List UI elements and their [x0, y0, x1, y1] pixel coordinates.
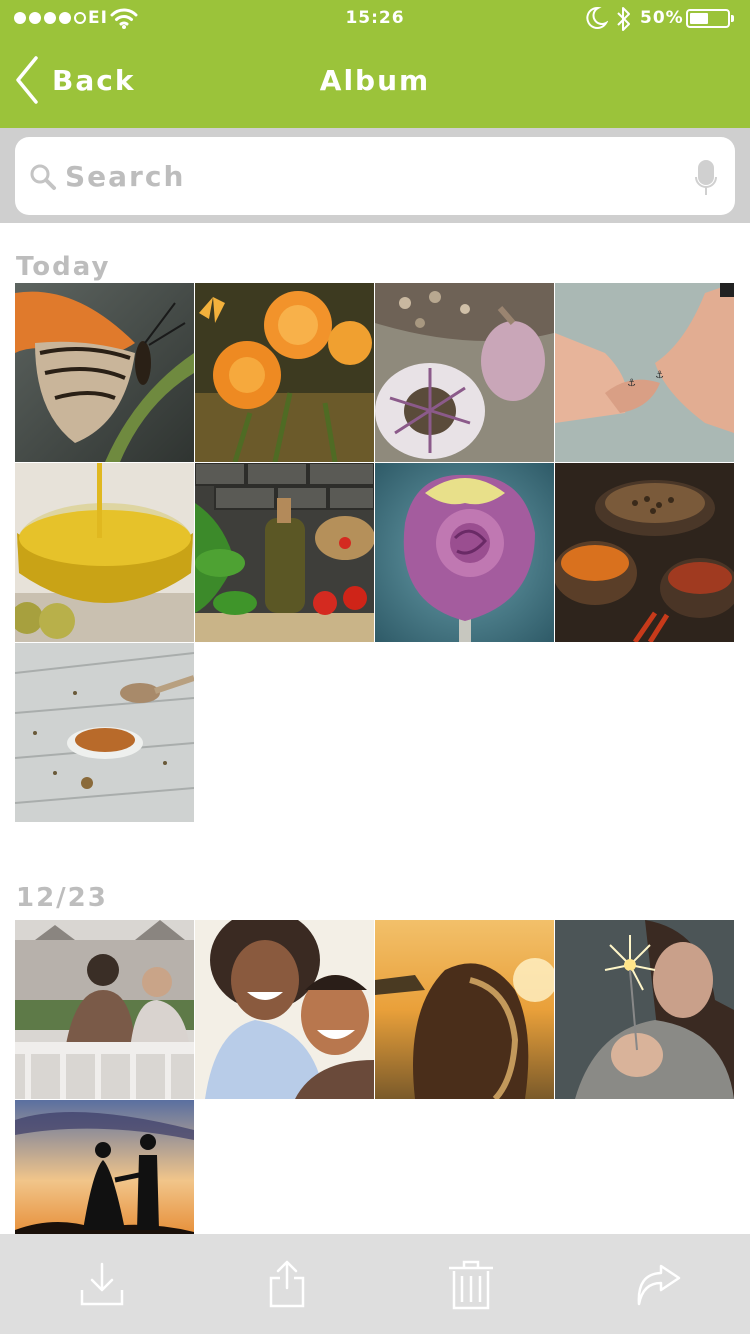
- photo-grid-12-23: [15, 920, 735, 1279]
- photo-orange-flowers[interactable]: [195, 283, 374, 462]
- battery-tip: [731, 15, 734, 22]
- microphone-icon[interactable]: [695, 159, 717, 197]
- forward-icon[interactable]: [631, 1258, 683, 1310]
- battery-icon: [686, 9, 730, 28]
- header: EI 15:26 50% Back Album: [0, 0, 750, 128]
- page-title: Album: [319, 64, 431, 97]
- section-title-today: Today: [16, 252, 111, 282]
- search-box[interactable]: [15, 137, 735, 215]
- photo-happy-couple[interactable]: [195, 920, 374, 1099]
- search-bar-container: [0, 128, 750, 223]
- photo-olive-oil[interactable]: [15, 463, 194, 642]
- photo-spice-bowls[interactable]: [555, 463, 734, 642]
- search-input[interactable]: [65, 149, 665, 203]
- share-icon[interactable]: [261, 1258, 313, 1310]
- photo-purple-rose[interactable]: [375, 463, 554, 642]
- trash-icon[interactable]: [445, 1258, 497, 1310]
- photo-couple-on-bench[interactable]: [15, 920, 194, 1099]
- download-icon[interactable]: [76, 1258, 128, 1310]
- battery-percentage: 50%: [640, 8, 684, 28]
- photo-butterfly[interactable]: [15, 283, 194, 462]
- photo-sparkler[interactable]: [555, 920, 734, 1099]
- status-bar: EI 15:26 50%: [0, 0, 750, 38]
- svg-text:⚓: ⚓: [655, 370, 664, 381]
- search-icon: [30, 164, 56, 190]
- do-not-disturb-icon: [586, 6, 608, 29]
- photo-grid-today: ⚓ ⚓: [15, 283, 735, 822]
- bottom-toolbar: [0, 1234, 750, 1334]
- photo-garlic[interactable]: [375, 283, 554, 462]
- section-title-12-23: 12/23: [16, 883, 108, 913]
- photo-spice-spoon[interactable]: [15, 643, 194, 822]
- photo-basil-oil-tomatoes[interactable]: [195, 463, 374, 642]
- svg-text:⚓: ⚓: [627, 378, 636, 389]
- photo-woman-at-sunset[interactable]: [375, 920, 554, 1099]
- battery-level-fill: [690, 13, 708, 24]
- bluetooth-icon: [617, 7, 630, 31]
- photo-linked-fingers[interactable]: ⚓ ⚓: [555, 283, 734, 462]
- status-time: 15:26: [345, 8, 405, 28]
- album-screen: EI 15:26 50% Back Album Search Today ⚓ ⚓…: [0, 0, 750, 1334]
